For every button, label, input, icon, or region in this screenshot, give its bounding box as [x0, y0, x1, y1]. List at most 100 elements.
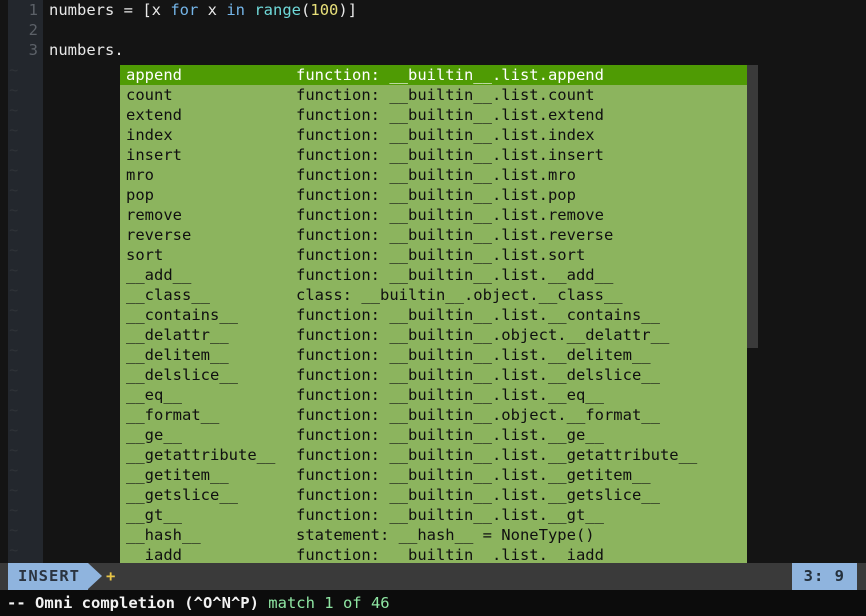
completion-item[interactable]: index function: __builtin__.list.index: [120, 125, 747, 145]
completion-word: __getattribute__: [126, 446, 276, 464]
tilde-icon: ~: [9, 461, 19, 479]
tilde-icon: ~: [9, 141, 19, 159]
completion-item[interactable]: __delattr__ function: __builtin__.object.…: [120, 325, 747, 345]
completion-item[interactable]: pop function: __builtin__.list.pop: [120, 185, 747, 205]
completion-word: mro: [126, 166, 154, 184]
completion-item[interactable]: mro function: __builtin__.list.mro: [120, 165, 747, 185]
tilde-icon: ~: [9, 81, 19, 99]
token-keyword: in: [226, 1, 245, 19]
mode-indicator: INSERT: [8, 563, 88, 590]
line-text: numbers.: [49, 40, 124, 60]
completion-word: insert: [126, 146, 182, 164]
completion-item[interactable]: __delitem__ function: __builtin__.list.__…: [120, 345, 747, 365]
popup-scrollbar-thumb[interactable]: [747, 65, 758, 348]
tilde-icon: ~: [9, 501, 19, 519]
token-punct: (: [301, 1, 311, 19]
completion-word: __delitem__: [126, 346, 229, 364]
completion-item[interactable]: __contains__ function: __builtin__.list._…: [120, 305, 747, 325]
completion-kind: function: __builtin__.list.mro: [296, 166, 576, 184]
tilde-icon: ~: [9, 521, 19, 539]
tilde-icon: ~: [9, 381, 19, 399]
completion-kind: function: __builtin__.list.extend: [296, 106, 604, 124]
code-line[interactable]: 1 numbers = [x for x in range(100)]: [0, 0, 866, 20]
line-number: 1: [28, 1, 38, 19]
completion-item[interactable]: insert function: __builtin__.list.insert: [120, 145, 747, 165]
tilde-icon: ~: [9, 261, 19, 279]
mode-arrow-icon: [88, 563, 102, 589]
completion-word: sort: [126, 246, 164, 264]
tilde-icon: ~: [9, 301, 19, 319]
message-line: -- Omni completion (^O^N^P) match 1 of 4…: [0, 590, 866, 616]
completion-item[interactable]: __add__ function: __builtin__.list.__add_…: [120, 265, 747, 285]
token-punct: )]: [338, 1, 358, 19]
completion-word: reverse: [126, 226, 192, 244]
completion-item[interactable]: __eq__ function: __builtin__.list.__eq__: [120, 385, 747, 405]
completion-item[interactable]: __ge__ function: __builtin__.list.__ge__: [120, 425, 747, 445]
completion-word: __contains__: [126, 306, 238, 324]
completion-word: __eq__: [126, 386, 182, 404]
completion-item[interactable]: reverse function: __builtin__.list.revers…: [120, 225, 747, 245]
completion-kind: class: __builtin__.object.__class__: [296, 286, 623, 304]
completion-item[interactable]: __iadd__ function: __builtin__.list.__iad…: [120, 545, 747, 565]
tilde-icon: ~: [9, 221, 19, 239]
completion-kind: function: __builtin__.list.__eq__: [296, 386, 604, 404]
tilde-icon: ~: [9, 361, 19, 379]
token-plain: numbers = [x: [49, 1, 171, 19]
tilde-icon: ~: [9, 281, 19, 299]
completion-kind: function: __builtin__.object.__format__: [296, 406, 660, 424]
completion-word: __iadd__: [126, 546, 201, 564]
completion-item[interactable]: __gt__ function: __builtin__.list.__gt__: [120, 505, 747, 525]
completion-item[interactable]: __delslice__ function: __builtin__.list._…: [120, 365, 747, 385]
completion-kind: function: __builtin__.object.__delattr__: [296, 326, 670, 344]
completion-word: extend: [126, 106, 182, 124]
tilde-icon: ~: [9, 441, 19, 459]
line-text: numbers = [x for x in range(100)]: [49, 0, 357, 20]
completion-word: __gt__: [126, 506, 182, 524]
modified-flag: +: [106, 567, 116, 585]
completion-kind: function: __builtin__.list.pop: [296, 186, 576, 204]
completion-kind: function: __builtin__.list.append: [296, 66, 604, 84]
completion-item[interactable]: __format__ function: __builtin__.object._…: [120, 405, 747, 425]
completion-word: __add__: [126, 266, 192, 284]
completion-kind: function: __builtin__.list.__getattribut…: [296, 446, 698, 464]
completion-kind: function: __builtin__.list.index: [296, 126, 595, 144]
completion-item[interactable]: __getslice__ function: __builtin__.list._…: [120, 485, 747, 505]
completion-item[interactable]: __getitem__ function: __builtin__.list.__…: [120, 465, 747, 485]
completion-word: __class__: [126, 286, 210, 304]
completion-kind: function: __builtin__.list.__delslice__: [296, 366, 660, 384]
completion-kind: function: __builtin__.list.__getitem__: [296, 466, 651, 484]
completion-word: append: [126, 66, 182, 84]
completion-kind: function: __builtin__.list.__iadd__: [296, 546, 623, 564]
completion-word: __hash__: [126, 526, 201, 544]
completion-word: __getitem__: [126, 466, 229, 484]
omni-completion-popup[interactable]: append function: __builtin__.list.append c…: [120, 65, 747, 585]
completion-item[interactable]: append function: __builtin__.list.append: [120, 65, 747, 85]
vim-window: 1 numbers = [x for x in range(100)] 2 3 numb…: [0, 0, 866, 616]
completion-item[interactable]: __class__ class: __builtin__.object.__cla…: [120, 285, 747, 305]
message-text: -- Omni completion (^O^N^P): [7, 594, 269, 612]
cursor-position-ruler: 3: 9: [791, 563, 857, 590]
completion-item[interactable]: sort function: __builtin__.list.sort: [120, 245, 747, 265]
tilde-icon: ~: [9, 161, 19, 179]
completion-item[interactable]: count function: __builtin__.list.count: [120, 85, 747, 105]
completion-item[interactable]: __getattribute__ function: __builtin__.li…: [120, 445, 747, 465]
completion-kind: function: __builtin__.list.__getslice__: [296, 486, 660, 504]
completion-item[interactable]: __hash__ statement: __hash__ = NoneType(): [120, 525, 747, 545]
completion-item[interactable]: extend function: __builtin__.list.extend: [120, 105, 747, 125]
tilde-icon: ~: [9, 321, 19, 339]
completion-word: index: [126, 126, 173, 144]
completion-kind: function: __builtin__.list.remove: [296, 206, 604, 224]
tilde-icon: ~: [9, 481, 19, 499]
tilde-icon: ~: [9, 341, 19, 359]
completion-word: __ge__: [126, 426, 182, 444]
code-line[interactable]: 2: [0, 20, 866, 40]
code-line[interactable]: 3 numbers.: [0, 40, 866, 60]
completion-item[interactable]: remove function: __builtin__.list.remove: [120, 205, 747, 225]
completion-word: __delslice__: [126, 366, 238, 384]
completion-word: count: [126, 86, 173, 104]
completion-kind: function: __builtin__.list.sort: [296, 246, 586, 264]
completion-word: __getslice__: [126, 486, 238, 504]
completion-kind: function: __builtin__.list.__contains__: [296, 306, 660, 324]
token-plain: numbers.: [49, 41, 124, 59]
